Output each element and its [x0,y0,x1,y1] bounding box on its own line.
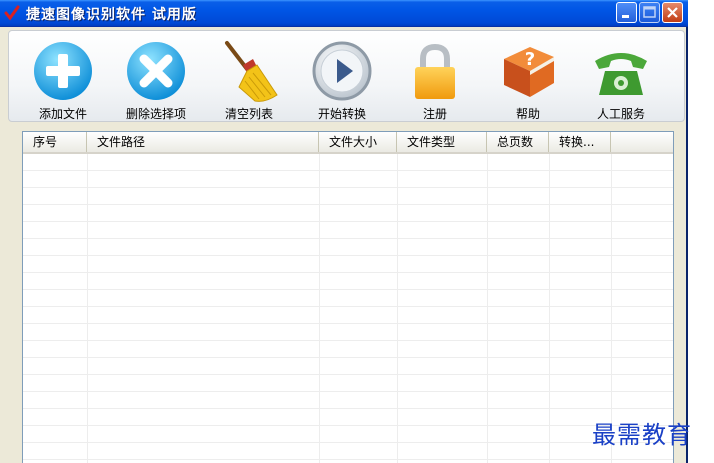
register-button[interactable]: 注册 [393,35,477,121]
manual-service-label: 人工服务 [596,107,645,121]
maximize-icon [643,6,656,18]
column-header-path[interactable]: 文件路径 [87,132,319,152]
minimize-button[interactable] [616,2,637,23]
add-circle-icon [34,42,92,100]
close-icon [667,7,678,18]
maximize-button[interactable] [639,2,660,23]
lock-icon [415,43,455,99]
telephone-icon [595,53,647,95]
app-window: 捷速图像识别软件 试用版 添加文件 删除选择项 清空列表 开始转换 注册 ? 帮… [0,0,688,463]
app-icon [4,5,20,21]
column-divider [319,154,320,463]
add-file-button[interactable]: 添加文件 [21,35,105,121]
toolbar: 添加文件 删除选择项 清空列表 开始转换 注册 ? 帮助 人工服务 [8,30,685,122]
column-divider [487,154,488,463]
start-convert-label: 开始转换 [317,107,366,121]
svg-text:?: ? [525,49,535,70]
clear-list-label: 清空列表 [224,107,273,121]
column-header-pages[interactable]: 总页数 [487,132,549,152]
list-header: 序号 文件路径 文件大小 文件类型 总页数 转换... [23,132,673,154]
close-button[interactable] [662,2,683,23]
delete-selected-label: 删除选择项 [125,107,186,121]
column-divider [397,154,398,463]
list-rows [23,154,673,463]
help-label: 帮助 [515,107,540,121]
watermark-text: 最需教育 [592,421,692,449]
register-label: 注册 [422,107,447,121]
column-header-index[interactable]: 序号 [23,132,87,152]
play-icon [312,41,372,101]
start-convert-button[interactable]: 开始转换 [300,35,384,121]
file-list[interactable]: 序号 文件路径 文件大小 文件类型 总页数 转换... [22,131,674,463]
column-divider [549,154,550,463]
column-header-convert[interactable]: 转换... [549,132,611,152]
minimize-icon [622,15,629,18]
window-title: 捷速图像识别软件 试用版 [26,7,197,23]
clear-list-button[interactable]: 清空列表 [207,35,291,121]
column-header-type[interactable]: 文件类型 [397,132,487,152]
column-divider [87,154,88,463]
help-button[interactable]: ? 帮助 [486,35,570,121]
manual-service-button[interactable]: 人工服务 [579,35,663,121]
title-bar[interactable]: 捷速图像识别软件 试用版 [0,0,688,27]
help-book-icon: ? [504,47,554,97]
broom-icon [225,41,278,102]
delete-selected-button[interactable]: 删除选择项 [114,35,198,121]
add-file-label: 添加文件 [38,107,87,121]
column-header-size[interactable]: 文件大小 [319,132,397,152]
delete-x-circle-icon [127,42,185,100]
